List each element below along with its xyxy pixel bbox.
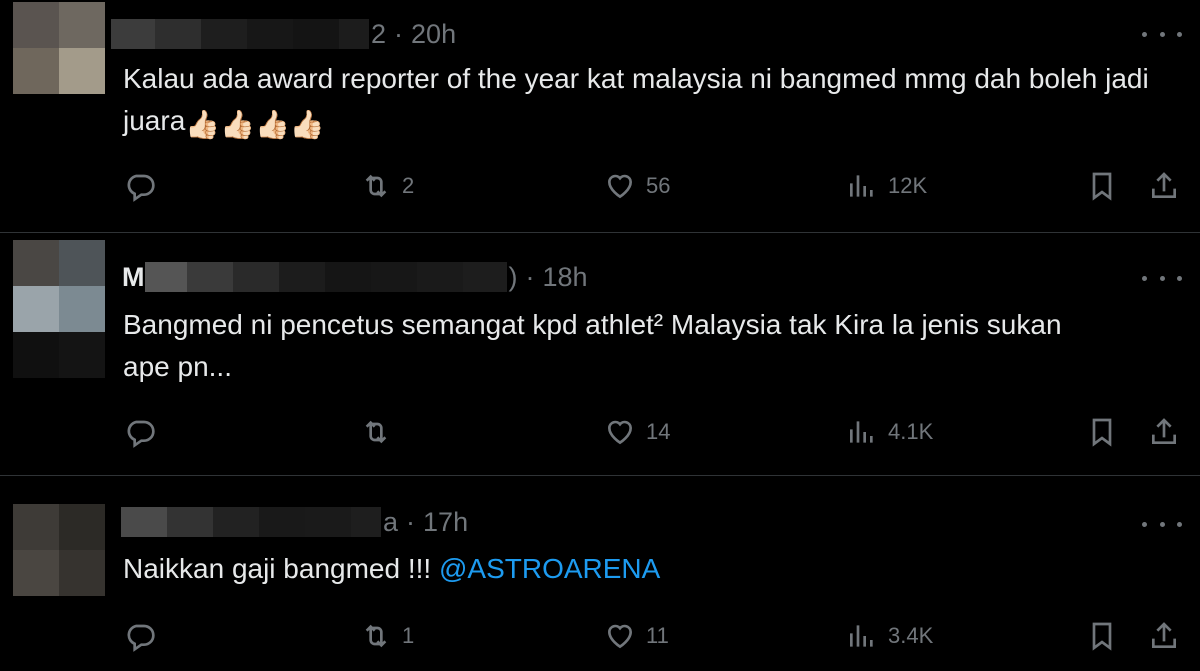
- separator-dot: ·: [406, 506, 416, 537]
- views-button[interactable]: 3.4K: [846, 618, 933, 654]
- tweet-3[interactable]: a · 17h Naikkan gaji bangmed !!! @ASTROA…: [0, 476, 1200, 671]
- avatar[interactable]: [13, 2, 105, 94]
- tweet-text: Kalau ada award reporter of the year kat…: [123, 58, 1193, 142]
- separator-dot: ·: [525, 261, 535, 292]
- timestamp[interactable]: 18h: [543, 262, 588, 293]
- bookmark-button[interactable]: [1086, 618, 1118, 654]
- tweet-header: a · 17h: [121, 504, 468, 540]
- heart-icon: [607, 624, 633, 649]
- reply-button[interactable]: [124, 414, 166, 450]
- bookmark-icon: [1092, 172, 1112, 201]
- thumbs-up-emoji: 👍🏻👍🏻👍🏻👍🏻: [185, 109, 325, 140]
- like-button[interactable]: 56: [604, 168, 670, 204]
- tweet-header: M ) · 18h: [122, 259, 588, 295]
- retweet-icon: [365, 624, 387, 648]
- share-button[interactable]: [1148, 168, 1180, 204]
- tweet-text-line: Bangmed ni pencetus semangat kpd athlet²…: [123, 309, 1062, 340]
- retweet-button[interactable]: 2: [360, 168, 414, 204]
- views-icon: [850, 175, 873, 197]
- retweet-button[interactable]: [360, 414, 402, 450]
- share-button[interactable]: [1148, 414, 1180, 450]
- views-icon: [850, 625, 873, 647]
- tweet-text: Naikkan gaji bangmed !!! @ASTROARENA: [123, 548, 1193, 590]
- bookmark-button[interactable]: [1086, 414, 1118, 450]
- bookmark-icon: [1092, 418, 1112, 447]
- share-icon: [1152, 622, 1176, 648]
- reply-button[interactable]: [124, 168, 166, 204]
- display-name-redacted[interactable]: [121, 507, 381, 537]
- separator-dot: ·: [394, 18, 404, 49]
- views-button[interactable]: 12K: [846, 168, 927, 204]
- retweet-icon: [365, 420, 387, 444]
- more-icon[interactable]: [1142, 22, 1182, 46]
- tweet-header: 2 · 20h: [111, 16, 456, 52]
- views-button[interactable]: 4.1K: [846, 414, 933, 450]
- mention-link[interactable]: @ASTROARENA: [439, 553, 660, 584]
- retweet-icon: [365, 174, 387, 198]
- tweet-1[interactable]: 2 · 20h Kalau ada award reporter of the …: [0, 0, 1200, 232]
- tweet-text: Bangmed ni pencetus semangat kpd athlet²…: [123, 304, 1193, 388]
- share-icon: [1152, 418, 1176, 444]
- handle-tail: 2: [371, 18, 387, 49]
- bookmark-button[interactable]: [1086, 168, 1118, 204]
- display-name-initial[interactable]: M: [122, 262, 145, 293]
- retweet-button[interactable]: 1: [360, 618, 414, 654]
- tweet-text-line: ape pn...: [123, 351, 232, 382]
- tweet-text-content: Naikkan gaji bangmed !!!: [123, 553, 439, 584]
- avatar[interactable]: [13, 240, 105, 378]
- tweet-2[interactable]: M ) · 18h Bangmed ni pencetus semangat k…: [0, 233, 1200, 475]
- share-button[interactable]: [1148, 618, 1180, 654]
- bookmark-icon: [1092, 622, 1112, 651]
- reply-icon: [127, 624, 155, 652]
- reply-button[interactable]: [124, 618, 166, 654]
- display-name-redacted[interactable]: [144, 262, 507, 292]
- like-button[interactable]: 11: [604, 618, 669, 654]
- like-button[interactable]: 14: [604, 414, 670, 450]
- handle-tail: ): [508, 261, 518, 292]
- views-icon: [850, 421, 873, 443]
- reply-icon: [127, 174, 155, 202]
- timestamp[interactable]: 20h: [411, 19, 456, 50]
- timestamp[interactable]: 17h: [423, 507, 468, 538]
- heart-icon: [607, 174, 633, 199]
- more-icon[interactable]: [1142, 266, 1182, 290]
- heart-icon: [607, 420, 633, 445]
- share-icon: [1152, 172, 1176, 198]
- avatar[interactable]: [13, 504, 105, 596]
- reply-icon: [127, 420, 155, 448]
- display-name-redacted[interactable]: [111, 19, 369, 49]
- handle-tail: a: [383, 506, 399, 537]
- more-icon[interactable]: [1142, 512, 1182, 536]
